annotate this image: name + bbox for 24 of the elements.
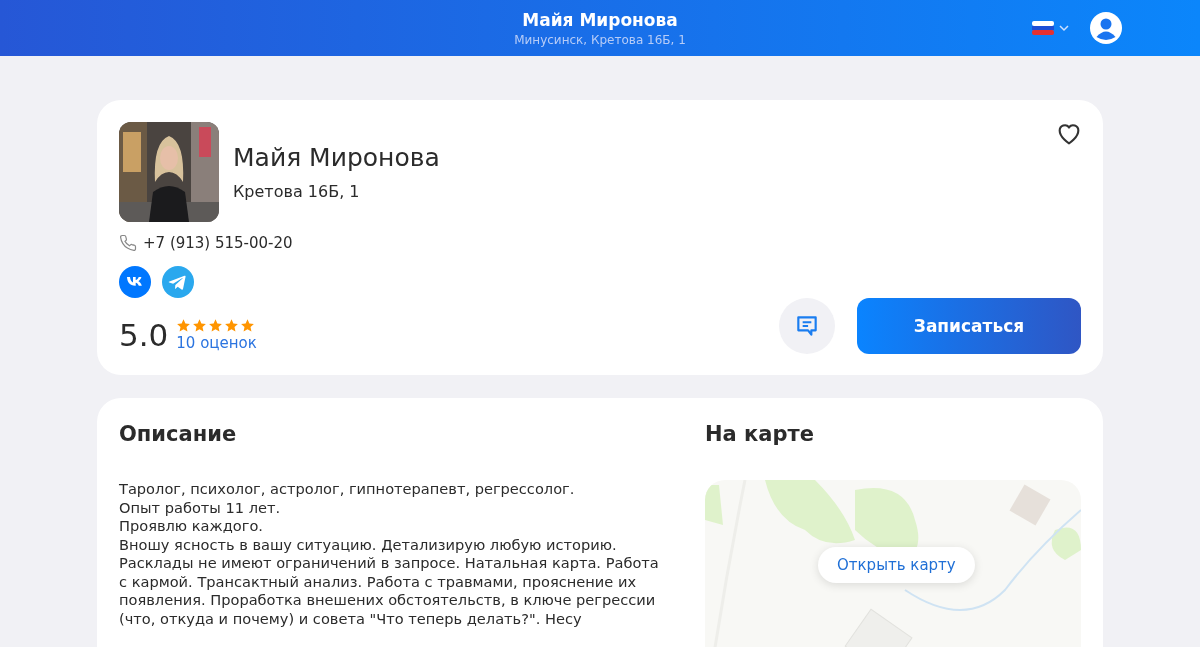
phone-number[interactable]: +7 (913) 515-00-20 [143,234,293,252]
section-title: Описание [119,422,238,446]
star-icon [192,318,208,333]
header-subtitle: Минусинск, Кретова 16Б, 1 [514,32,686,47]
star-icon [208,318,224,333]
section-title: На карте [705,422,815,446]
message-button[interactable] [779,298,835,354]
profile-address: Кретова 16Б, 1 [233,182,361,201]
profile-name: Майя Миронова [233,143,440,172]
star-icon [240,318,256,333]
flag-dropdown-icon[interactable] [1032,20,1072,36]
header-title: Майя Миронова [522,9,678,30]
vk-icon[interactable] [119,266,151,298]
open-map-button[interactable]: Открыть карту [818,547,975,583]
reviews-link[interactable]: 10 оценок [176,334,257,352]
description-text: Таролог, психолог, астролог, гипнотерапевт, регрессолог. Опыт работы 11 лет. Проявлю каждого. Вношу ясность в вашу ситуацию. Детализирую любую историю. Расклады не имеют ограничений в запросе. Натальная карта. Работа с кармой. Трансактный анализ. Работа с травмами, прояснение их появления. Проработка внешених обстоятельств, в ключе регрессии (что, откуда и почему) и совета "Что теперь делать?". Несу [119,480,660,628]
rating-score: 5.0 [119,317,169,353]
book-button[interactable]: Записаться [857,298,1081,354]
telegram-icon[interactable] [162,266,194,298]
star-icon [224,318,240,333]
phone-icon [119,234,137,252]
user-avatar-icon[interactable] [1090,12,1122,44]
star-icon [176,318,192,333]
message-icon [794,313,820,339]
